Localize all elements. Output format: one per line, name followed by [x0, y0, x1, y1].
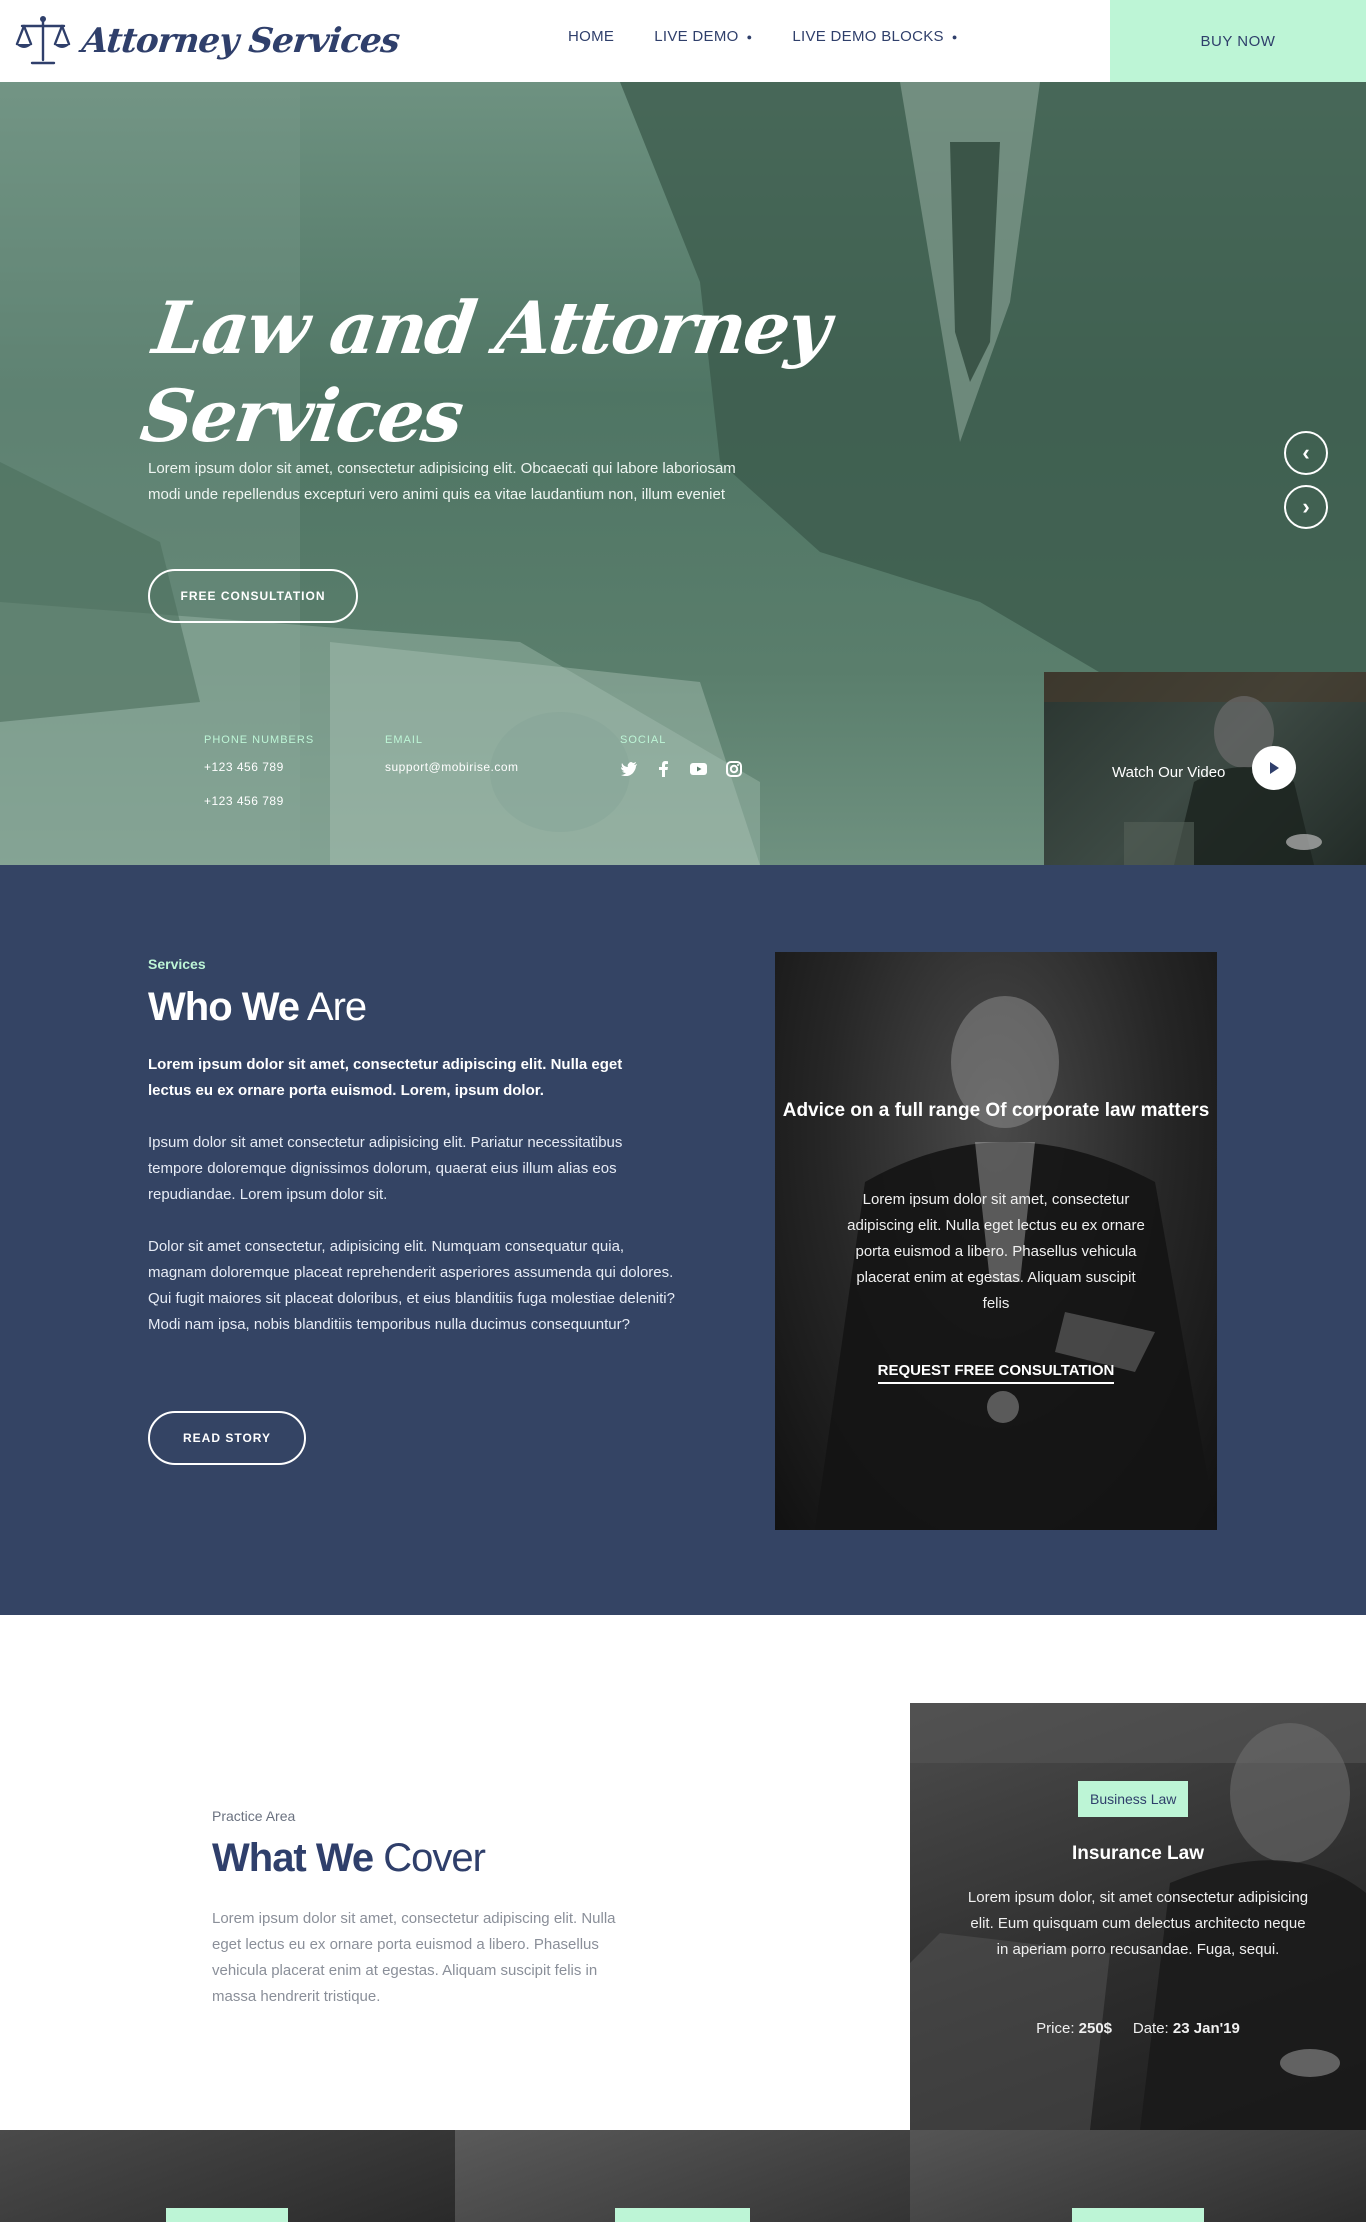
- email-label: EMAIL: [385, 734, 424, 746]
- practice-badge[interactable]: [615, 2208, 750, 2222]
- navbar: Attorney Services HOME LIVE DEMO ● LIVE …: [0, 0, 1366, 82]
- request-consultation-label: REQUEST FREE CONSULTATION: [877, 1362, 1115, 1384]
- nav-menu: HOME LIVE DEMO ● LIVE DEMO BLOCKS ●: [568, 28, 998, 45]
- nav-item-live-demo-blocks[interactable]: LIVE DEMO BLOCKS ●: [792, 28, 957, 45]
- who-paragraph: Ipsum dolor sit amet consectetur adipisi…: [148, 1134, 623, 1203]
- title-light: Are: [306, 985, 367, 1029]
- practice-card[interactable]: [910, 2130, 1366, 2222]
- phone-number[interactable]: +123 456 789: [204, 760, 314, 774]
- watch-video-label: Watch Our Video: [1112, 764, 1226, 781]
- price-label: Price:: [1036, 2020, 1075, 2037]
- play-icon: [1270, 762, 1279, 774]
- phone-number[interactable]: +123 456 789: [204, 794, 314, 808]
- social-block: SOCIAL: [620, 734, 742, 777]
- brand[interactable]: Attorney Services: [14, 14, 402, 68]
- practice-card-text: Lorem ipsum dolor, sit amet consectetur …: [967, 1889, 1309, 1958]
- practice-card[interactable]: Business Law Insurance Law Lorem ipsum d…: [910, 1703, 1366, 2130]
- section-title: What We Cover: [212, 1836, 486, 1881]
- caret-down-icon: ●: [951, 31, 958, 42]
- who-we-are-section: Services Who We Are Lorem ipsum dolor si…: [0, 865, 1366, 1615]
- who-paragraph: Dolor sit amet consectetur, adipisicing …: [148, 1238, 675, 1333]
- brand-name: Attorney Services: [79, 21, 402, 61]
- practice-badge[interactable]: [166, 2208, 288, 2222]
- email-link[interactable]: support@mobirise.com: [385, 760, 519, 774]
- nav-item-label: LIVE DEMO BLOCKS: [792, 28, 944, 45]
- advice-card: Advice on a full range Of corporate law …: [775, 952, 1217, 1530]
- title-light: Cover: [383, 1836, 486, 1880]
- practice-card[interactable]: [455, 2130, 910, 2222]
- title-bold: What We: [212, 1836, 374, 1880]
- hero-section: Law and Attorney Services Lorem ipsum do…: [0, 82, 1366, 865]
- play-video-button[interactable]: [1252, 746, 1296, 790]
- social-label: SOCIAL: [620, 734, 667, 746]
- phone-label: PHONE NUMBERS: [204, 734, 315, 746]
- scales-of-justice-icon: [15, 16, 71, 65]
- price-value: 250$: [1078, 2020, 1113, 2037]
- practice-card[interactable]: [0, 2130, 455, 2222]
- advice-card-text: Lorem ipsum dolor sit amet, consectetur …: [847, 1191, 1145, 1312]
- who-lead-text: Lorem ipsum dolor sit amet, consectetur …: [148, 1056, 623, 1099]
- section-tag: Practice Area: [212, 1808, 296, 1824]
- practice-card-title: Insurance Law: [1072, 1843, 1204, 1864]
- read-story-button[interactable]: READ STORY: [148, 1411, 306, 1465]
- practice-card-meta: Price: 250$ Date: 23 Jan'19: [910, 2020, 1366, 2037]
- practice-badge[interactable]: Business Law: [1078, 1781, 1189, 1817]
- nav-item-label: HOME: [568, 28, 615, 45]
- chevron-right-icon: ›: [1302, 494, 1310, 519]
- request-consultation-link[interactable]: REQUEST FREE CONSULTATION: [775, 1362, 1217, 1384]
- nav-item-label: LIVE DEMO: [654, 28, 739, 45]
- cover-description: Lorem ipsum dolor sit amet, consectetur …: [212, 1910, 616, 2005]
- instagram-icon[interactable]: [725, 760, 742, 777]
- chevron-left-icon: ‹: [1302, 440, 1310, 465]
- caret-down-icon: ●: [746, 31, 753, 42]
- free-consultation-button[interactable]: FREE CONSULTATION: [148, 569, 358, 623]
- title-bold: Who We: [148, 985, 300, 1029]
- social-icons: [620, 760, 742, 777]
- date-label: Date:: [1132, 2020, 1169, 2037]
- advice-card-title: Advice on a full range Of corporate law …: [782, 1100, 1210, 1121]
- hero-description: Lorem ipsum dolor sit amet, consectetur …: [148, 460, 736, 503]
- twitter-icon[interactable]: [620, 760, 637, 777]
- buy-now-button[interactable]: BUY NOW: [1110, 0, 1366, 82]
- video-card[interactable]: Watch Our Video: [1044, 672, 1366, 865]
- facebook-icon[interactable]: [655, 760, 672, 777]
- section-title: Who We Are: [148, 985, 367, 1030]
- slider-next-button[interactable]: ›: [1284, 485, 1328, 529]
- nav-item-live-demo[interactable]: LIVE DEMO ●: [654, 28, 752, 45]
- hero-title: Law and Attorney Services: [135, 285, 835, 458]
- nav-item-home[interactable]: HOME: [568, 28, 614, 45]
- phone-block: PHONE NUMBERS +123 456 789 +123 456 789: [204, 734, 314, 828]
- date-value: 23 Jan'19: [1172, 2020, 1240, 2037]
- youtube-icon[interactable]: [690, 760, 707, 777]
- email-block: EMAIL support@mobirise.com: [385, 734, 519, 794]
- practice-badge[interactable]: [1072, 2208, 1204, 2222]
- slider-prev-button[interactable]: ‹: [1284, 431, 1328, 475]
- section-tag: Services: [148, 956, 206, 972]
